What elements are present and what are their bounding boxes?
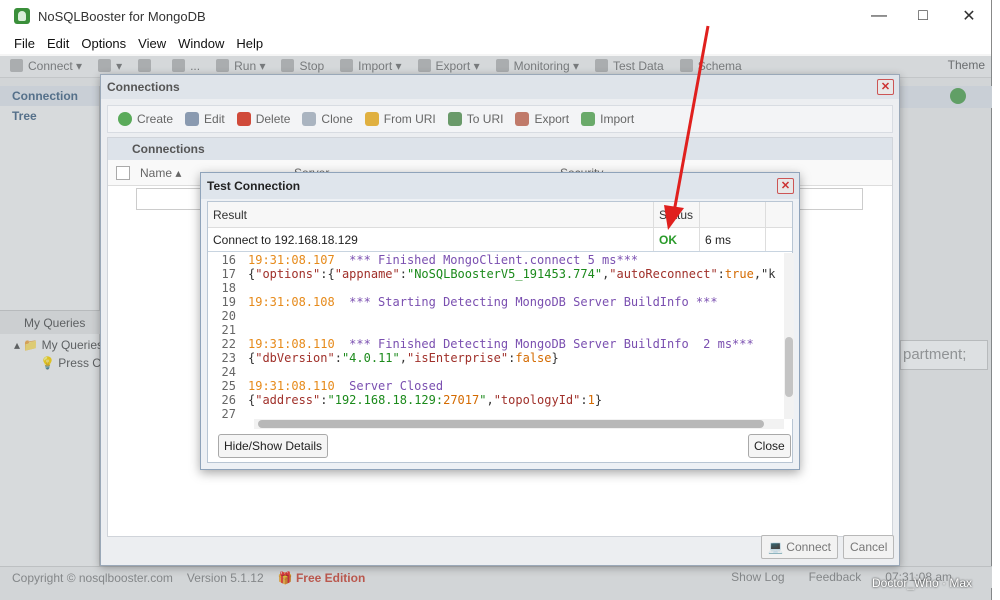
close-button[interactable]: Close [748,434,791,458]
log-line: 25 19:31:08.110 Server Closed [208,379,784,393]
log-line: 26 {"address":"192.168.18.129:27017","top… [208,393,784,407]
edit-button[interactable]: Edit [185,112,225,126]
line-number: 27 [221,407,236,419]
plus-icon [118,112,132,126]
title-bar: NoSQLBooster for MongoDB — □ ✕ [0,0,991,32]
menu-help[interactable]: Help [230,36,269,51]
window-title: NoSQLBooster for MongoDB [38,8,206,24]
menu-view[interactable]: View [132,36,172,51]
delete-icon [236,112,251,126]
line-number: 19 [221,295,236,309]
log-line: 22 19:31:08.110 *** Finished Detecting Mo… [208,337,784,351]
desktop-background [992,0,1000,600]
line-number: 20 [221,309,236,323]
test-close-icon[interactable]: ✕ [777,178,794,194]
to-uri-icon [447,112,462,126]
results-header: Result Status [208,202,792,228]
line-number: 26 [221,393,236,407]
line-number: 24 [221,365,236,379]
result-column-header: Result [208,202,654,227]
line-number: 22 [221,337,236,351]
connections-close-icon[interactable]: ✕ [877,79,894,95]
log-line: 16 19:31:08.107 *** Finished MongoClient.… [208,253,784,267]
edit-icon [185,112,200,126]
menu-options[interactable]: Options [75,36,132,51]
menu-bar: File Edit Options View Window Help [0,32,991,54]
line-number: 17 [221,267,236,281]
connections-grid-header: Connections [108,138,892,160]
app-logo-icon [14,8,30,24]
from-uri-icon [364,112,379,126]
table-row[interactable]: Connect to 192.168.18.129 OK 6 ms [208,228,792,252]
log-line: 18 [208,281,784,295]
extra-cell [766,228,792,251]
log-vertical-scrollbar[interactable] [784,253,794,419]
line-number: 23 [221,351,236,365]
export-conn-button[interactable]: Export [515,112,569,126]
log-line: 19 19:31:08.108 *** Starting Detecting Mo… [208,295,784,309]
hide-show-details-button[interactable]: Hide/Show Details [218,434,329,458]
log-line: 21 [208,323,784,337]
log-line: 23 {"dbVersion":"4.0.11","isEnterprise":f… [208,351,784,365]
log-text: {"address":"192.168.18.129:27017","topol… [248,393,603,407]
log-text: 19:31:08.110 *** Finished Detecting Mong… [248,337,754,351]
log-text: {"dbVersion":"4.0.11","isEnterprise":fal… [248,351,559,365]
minimize-icon[interactable]: — [856,0,902,32]
line-number: 25 [221,379,236,393]
test-results-panel: Result Status Connect to 192.168.18.129 … [207,201,794,463]
clone-button[interactable]: Clone [302,112,353,126]
cancel-button[interactable]: Cancel [843,535,895,559]
connect-button-dialog[interactable]: 💻 Connect [761,535,838,559]
result-cell: Connect to 192.168.18.129 [208,228,654,251]
line-number: 18 [221,281,236,295]
line-number: 21 [221,323,236,337]
log-text: {"options":{"appname":"NoSQLBoosterV5_19… [248,267,776,281]
watermark-text: Doctor_Who · Max [872,576,973,590]
status-column-header: Status [654,202,700,227]
close-window-icon[interactable]: ✕ [946,0,992,32]
line-number: 16 [221,253,236,267]
maximize-icon[interactable]: □ [900,0,946,32]
test-connection-title: Test Connection [201,173,799,199]
export-icon [515,112,530,126]
connections-toolbar: Create Edit Delete Clone From URI To URI… [107,105,893,133]
extra-column-header [766,202,792,227]
log-line: 17 {"options":{"appname":"NoSQLBoosterV5_… [208,267,784,281]
import-conn-button[interactable]: Import [581,112,634,126]
log-line: 27 [208,407,784,419]
import-icon [581,112,596,126]
log-text: 19:31:08.110 Server Closed [248,379,444,393]
test-connection-dialog: Test Connection ✕ Result Status Connect … [200,172,800,470]
to-uri-button[interactable]: To URI [447,112,503,126]
log-horizontal-scrollbar[interactable] [254,419,784,429]
time-column-header [700,202,766,227]
from-uri-button[interactable]: From URI [364,112,436,126]
connections-dialog-title: Connections [101,75,899,99]
log-text: 19:31:08.107 *** Finished MongoClient.co… [248,253,639,267]
log-line: 20 [208,309,784,323]
menu-edit[interactable]: Edit [41,36,75,51]
select-all-checkbox[interactable] [116,165,130,180]
log-line: 24 [208,365,784,379]
create-button[interactable]: Create [118,112,173,126]
menu-file[interactable]: File [8,36,41,51]
vertical-scroll-thumb[interactable] [785,337,793,397]
status-badge: OK [654,228,700,251]
menu-window[interactable]: Window [172,36,230,51]
log-text: 19:31:08.108 *** Starting Detecting Mong… [248,295,718,309]
delete-button[interactable]: Delete [236,112,290,126]
time-cell: 6 ms [700,228,766,251]
horizontal-scroll-thumb[interactable] [258,420,764,428]
clone-icon [302,112,317,126]
log-output[interactable]: 16 19:31:08.107 *** Finished MongoClient.… [208,253,784,419]
